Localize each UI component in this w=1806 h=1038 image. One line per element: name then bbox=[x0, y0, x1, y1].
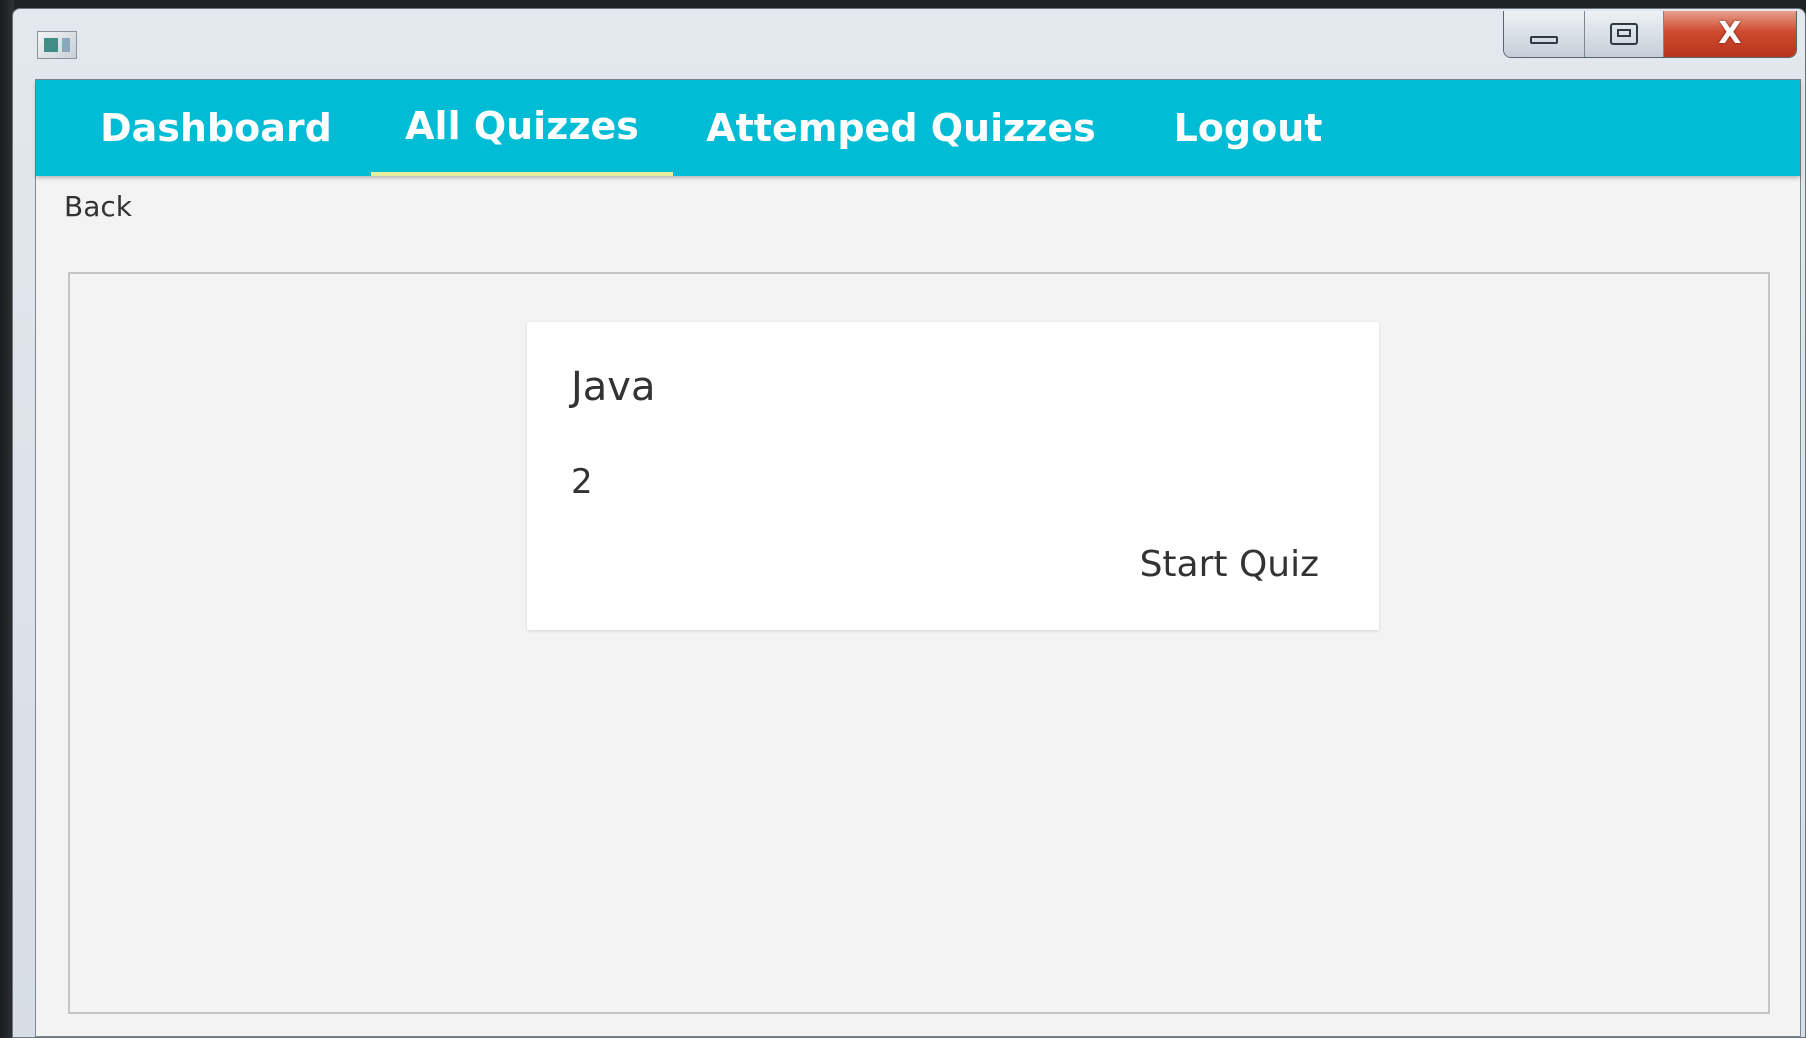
app-icon bbox=[37, 31, 77, 59]
quiz-card: Java 2 Start Quiz bbox=[527, 322, 1379, 630]
minimize-button[interactable] bbox=[1504, 11, 1585, 57]
quiz-title: Java bbox=[571, 364, 656, 410]
maximize-button[interactable] bbox=[1585, 11, 1664, 57]
app-window: X Dashboard All Quizzes Attemped Quizzes… bbox=[12, 8, 1806, 1038]
close-button[interactable]: X bbox=[1664, 11, 1796, 57]
maximize-icon bbox=[1610, 23, 1638, 45]
client-area: Dashboard All Quizzes Attemped Quizzes L… bbox=[35, 79, 1801, 1037]
tab-logout[interactable]: Logout bbox=[1134, 80, 1362, 176]
start-quiz-button[interactable]: Start Quiz bbox=[1140, 544, 1319, 585]
close-icon: X bbox=[1718, 16, 1742, 51]
quiz-list-panel: Java 2 Start Quiz bbox=[68, 272, 1770, 1014]
title-bar[interactable]: X bbox=[13, 9, 1805, 77]
window-controls: X bbox=[1503, 11, 1797, 58]
back-button[interactable]: Back bbox=[64, 190, 132, 223]
minimize-icon bbox=[1530, 36, 1558, 44]
tab-attempted-quizzes[interactable]: Attemped Quizzes bbox=[676, 80, 1126, 176]
tab-dashboard[interactable]: Dashboard bbox=[66, 80, 366, 176]
tab-all-quizzes[interactable]: All Quizzes bbox=[371, 80, 673, 176]
nav-bar: Dashboard All Quizzes Attemped Quizzes L… bbox=[36, 80, 1800, 176]
quiz-question-count: 2 bbox=[571, 462, 593, 502]
